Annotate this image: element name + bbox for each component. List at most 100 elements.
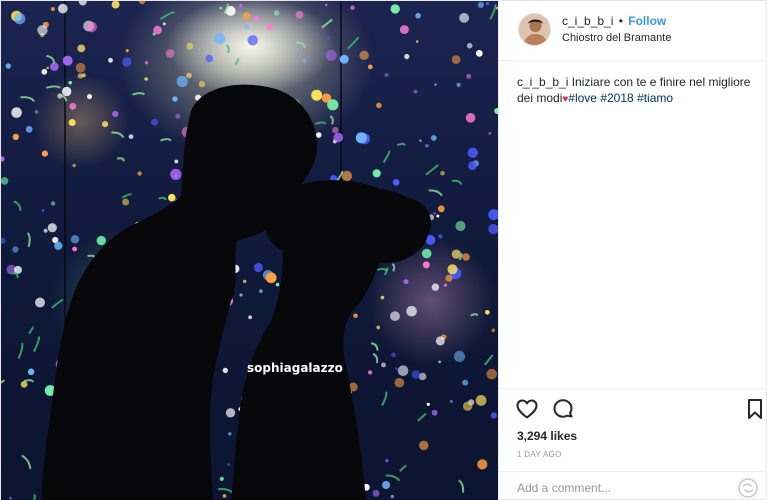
- leaf-light: [13, 200, 22, 211]
- flower-light: [488, 209, 498, 221]
- hashtag-love[interactable]: #love: [568, 91, 597, 105]
- post-timestamp[interactable]: 1 DAY AGO: [517, 450, 562, 459]
- flower-light: [50, 7, 55, 11]
- flower-light: [14, 13, 26, 25]
- flower-light: [122, 57, 132, 67]
- leaf-light: [111, 131, 125, 139]
- flower-light: [77, 44, 86, 53]
- leaf-light: [428, 189, 443, 197]
- caption-username[interactable]: c_i_b_b_i: [517, 75, 568, 89]
- flower-light: [431, 409, 438, 416]
- flower-light: [462, 379, 469, 386]
- flower-light: [406, 305, 417, 317]
- flower-light: [430, 135, 437, 141]
- hashtag-tiamo[interactable]: #tiamo: [637, 91, 673, 105]
- flower-light: [87, 94, 92, 100]
- header-username[interactable]: c_i_b_b_i: [562, 14, 613, 28]
- follow-button[interactable]: Follow: [628, 14, 666, 28]
- flower-light: [102, 121, 109, 128]
- flower-light: [41, 150, 49, 157]
- avatar[interactable]: [518, 13, 551, 46]
- flower-light: [225, 408, 236, 418]
- couple-silhouette: [41, 84, 431, 500]
- flower-light: [47, 223, 57, 233]
- flower-light: [20, 381, 28, 388]
- comment-bar: [499, 471, 767, 500]
- leaf-light: [425, 164, 439, 176]
- flower-light: [1, 237, 6, 244]
- flower-light: [438, 234, 443, 239]
- flower-light: [198, 80, 206, 88]
- flower-light: [485, 310, 490, 315]
- post-sidebar: c_i_b_b_i • Follow Chiostro del Bramante…: [498, 1, 767, 500]
- leaf-light: [32, 336, 40, 353]
- flower-light: [486, 1, 490, 6]
- more-options-icon[interactable]: [737, 477, 759, 499]
- flower-light: [12, 133, 19, 141]
- hashtag-2018[interactable]: #2018: [600, 91, 633, 105]
- flower-light: [219, 6, 223, 10]
- flower-light: [391, 352, 397, 358]
- flower-light: [43, 228, 48, 233]
- photo-artwork: [1, 1, 498, 500]
- post-location[interactable]: Chiostro del Bramante: [562, 32, 671, 44]
- flower-light: [37, 25, 48, 36]
- leaf-light: [376, 268, 388, 272]
- flower-light: [333, 132, 344, 143]
- leaf-light: [458, 479, 465, 493]
- flower-light: [35, 297, 45, 308]
- flower-light: [108, 57, 113, 63]
- flower-light: [27, 368, 35, 376]
- comment-input[interactable]: [517, 481, 717, 495]
- flower-light: [327, 99, 339, 111]
- bookmark-icon[interactable]: [743, 397, 767, 421]
- leaf-light: [489, 4, 497, 20]
- flower-light: [61, 86, 72, 97]
- leaf-light: [315, 121, 327, 125]
- flower-light: [449, 399, 453, 403]
- flower-light: [367, 64, 373, 70]
- flower-light: [34, 110, 39, 114]
- heart-outline-icon[interactable]: [515, 397, 539, 421]
- leaf-light: [17, 342, 24, 359]
- leaf-light: [26, 232, 31, 248]
- flower-light: [376, 102, 382, 109]
- flower-light: [41, 209, 45, 212]
- flower-light: [341, 170, 353, 182]
- post-photo[interactable]: sophiagalazzo: [1, 1, 498, 500]
- flower-light: [381, 362, 386, 368]
- flower-light: [311, 89, 323, 101]
- flower-light: [392, 179, 400, 186]
- flower-light: [228, 432, 232, 436]
- flower-light: [437, 205, 445, 213]
- flower-light: [359, 50, 369, 60]
- flower-light: [490, 412, 497, 419]
- flower-light: [222, 494, 227, 498]
- flower-light: [111, 1, 120, 9]
- flower-light: [465, 113, 476, 123]
- post-caption: c_i_b_b_i Iniziare con te e finire nel m…: [517, 74, 755, 108]
- flower-light: [186, 72, 192, 79]
- flower-light: [435, 336, 445, 346]
- flower-light: [468, 161, 477, 171]
- flower-light: [421, 248, 432, 259]
- flower-light: [431, 283, 440, 291]
- leaf-light: [399, 464, 408, 472]
- flower-light: [50, 62, 59, 71]
- likes-count[interactable]: 3,294 likes: [517, 429, 577, 443]
- flower-light: [165, 49, 175, 58]
- flower-light: [380, 295, 385, 300]
- flower-light: [247, 35, 258, 46]
- flower-light: [403, 279, 409, 285]
- flower-light: [422, 261, 430, 269]
- leaf-light: [391, 263, 396, 272]
- leaf-light: [483, 354, 494, 366]
- flower-light: [175, 113, 181, 119]
- flower-light: [411, 370, 421, 379]
- flower-light: [327, 37, 330, 40]
- comment-bubble-icon[interactable]: [551, 397, 575, 421]
- flower-light: [486, 368, 498, 380]
- flower-light: [440, 170, 445, 176]
- leaf-light: [329, 115, 334, 125]
- flower-light: [9, 496, 12, 500]
